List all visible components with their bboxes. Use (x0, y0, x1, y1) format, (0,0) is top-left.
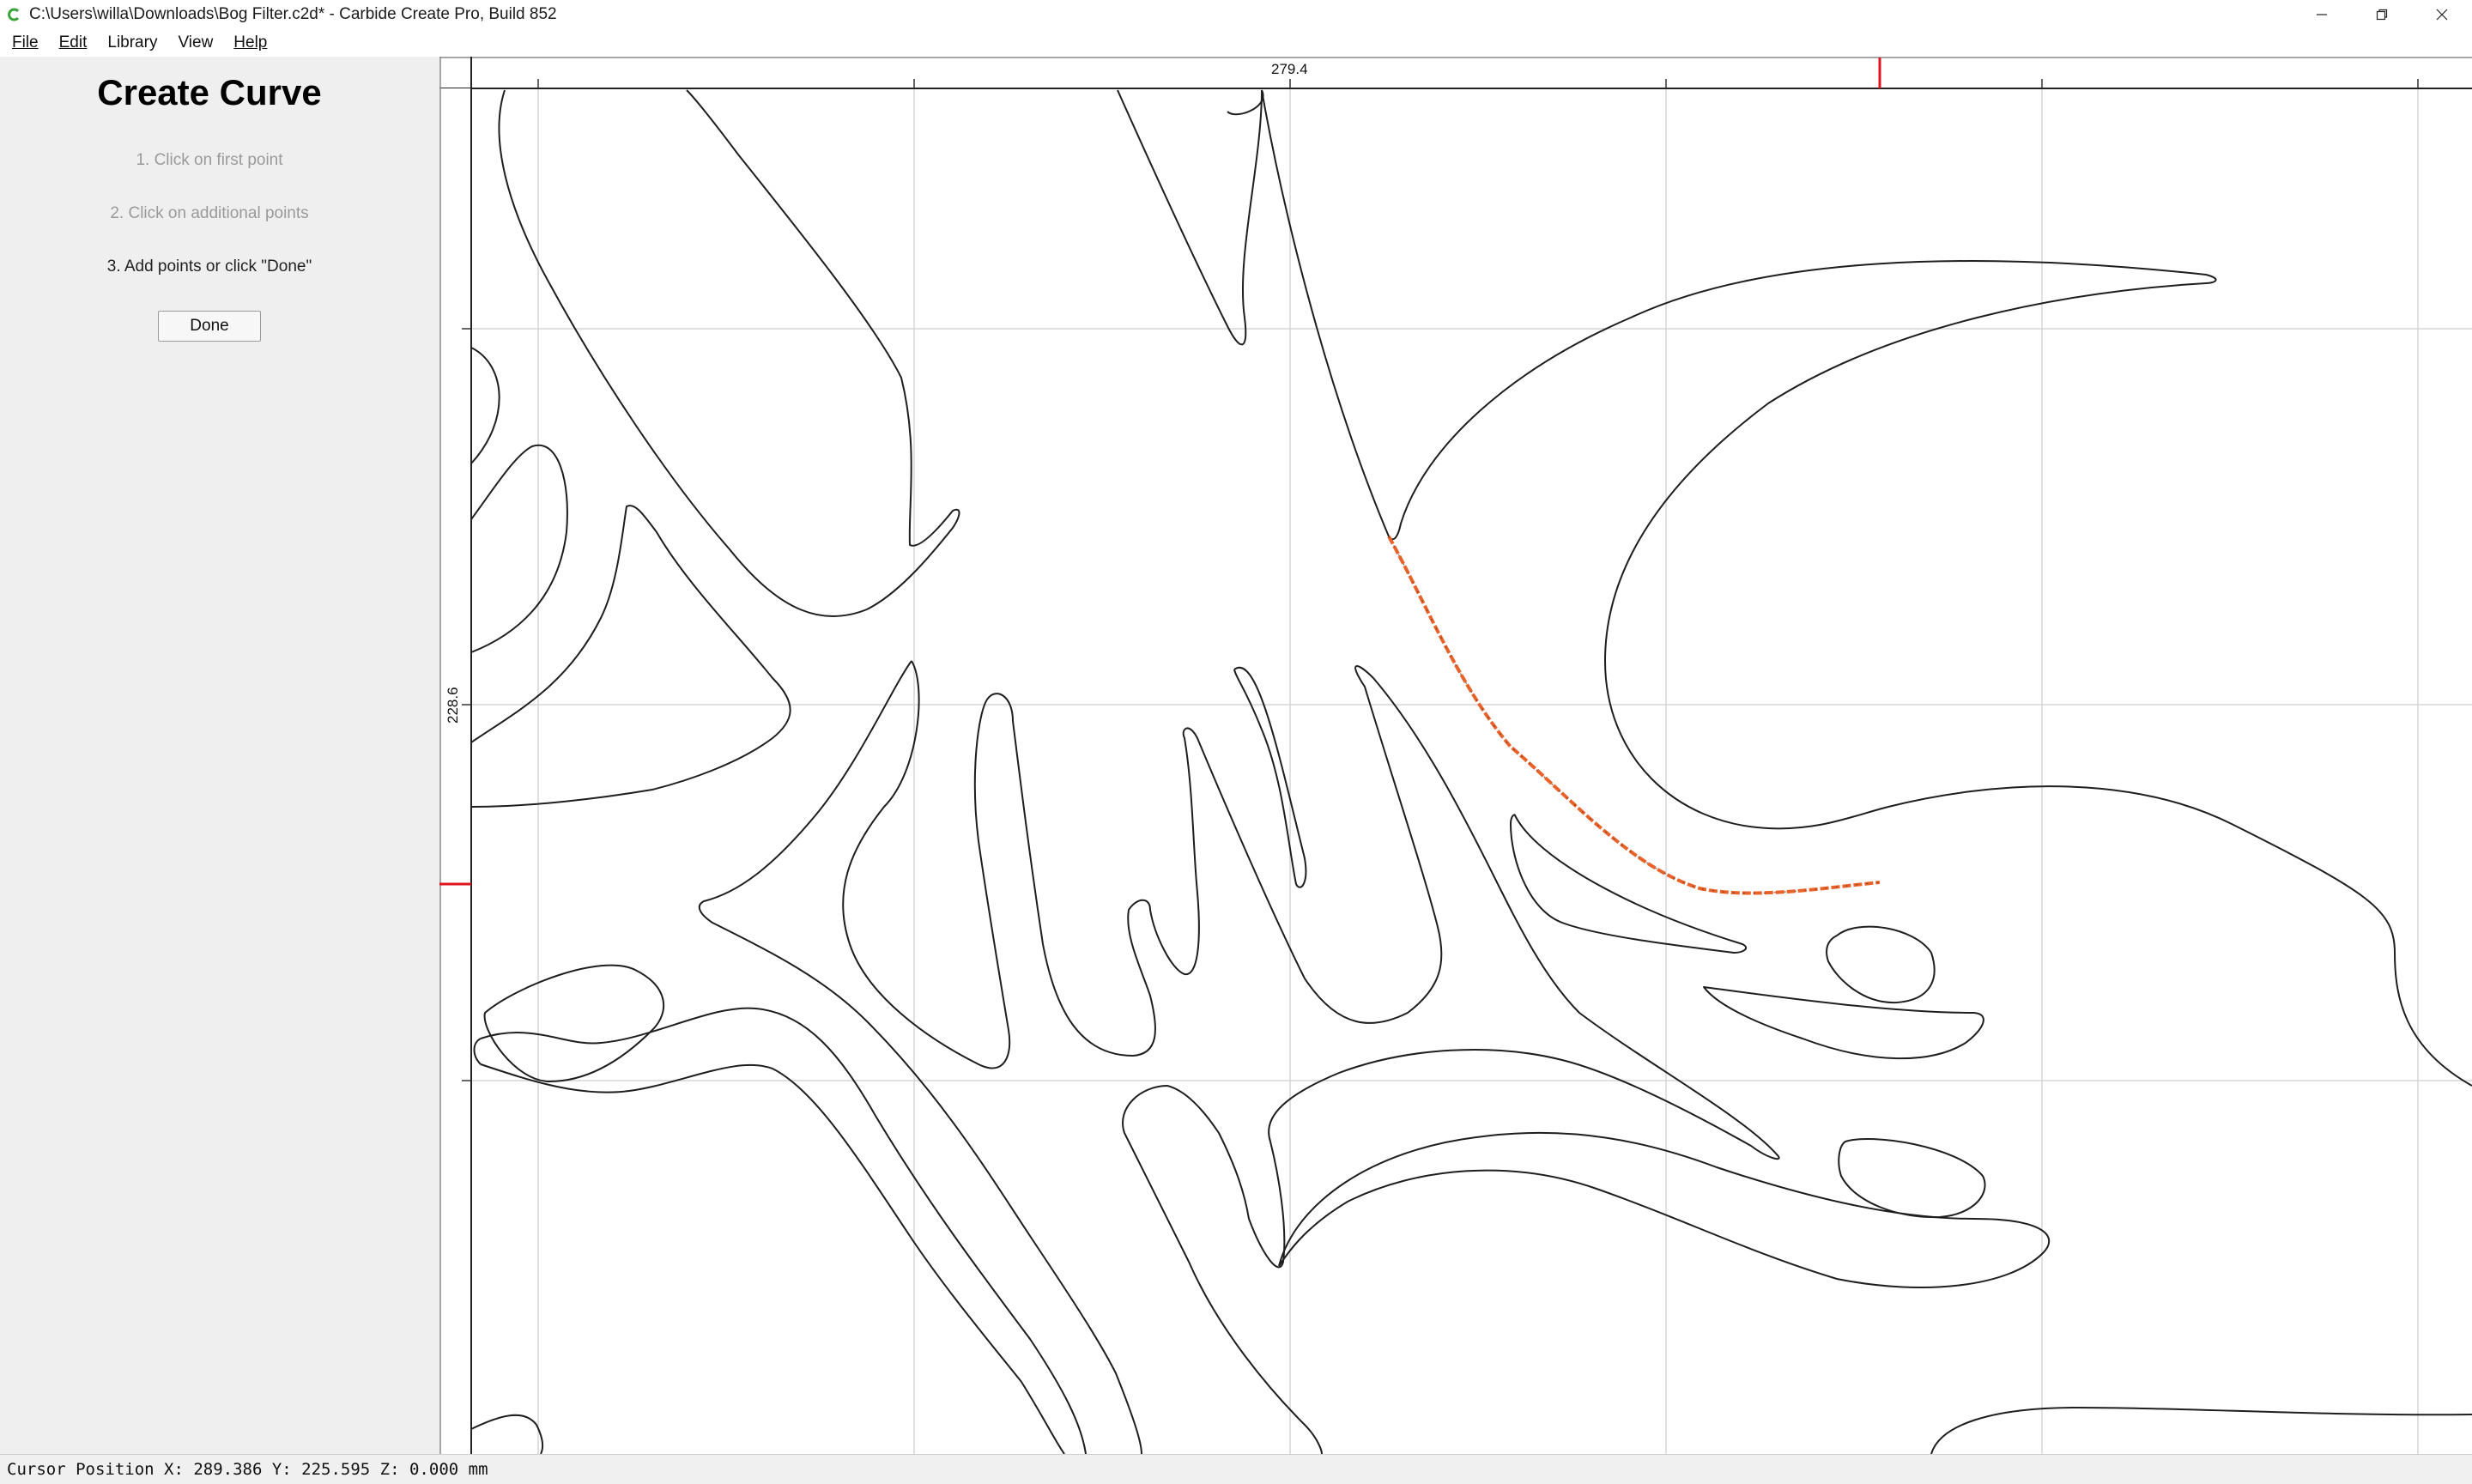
window-controls (2292, 0, 2472, 29)
menu-view-label: View (178, 33, 214, 51)
window-title: C:\Users\willa\Downloads\Bog Filter.c2d*… (29, 5, 557, 23)
menu-library-label: Library (107, 33, 158, 51)
title-bar: C:\Users\willa\Downloads\Bog Filter.c2d*… (0, 0, 2472, 29)
cursor-position-readout: Cursor Position X: 289.386 Y: 225.595 Z:… (7, 1460, 488, 1479)
horizontal-ruler[interactable]: 279.4 (439, 57, 2472, 89)
design-canvas[interactable]: 279.4 228.6 (439, 57, 2472, 1455)
canvas-svg[interactable]: 279.4 228.6 (439, 57, 2472, 1455)
close-icon (2436, 9, 2448, 21)
status-bar: Cursor Position X: 289.386 Y: 225.595 Z:… (0, 1454, 2472, 1484)
done-button[interactable]: Done (158, 311, 261, 342)
step-3-text: 3. Add points or click "Done" (106, 257, 312, 276)
minimize-button[interactable] (2292, 0, 2352, 29)
menu-edit-label: Edit (58, 33, 88, 51)
menu-bar: File Edit Library View Help (0, 29, 2472, 57)
menu-library[interactable]: Library (99, 33, 166, 52)
menu-edit[interactable]: Edit (51, 33, 96, 52)
menu-view[interactable]: View (169, 33, 221, 52)
minimize-icon (2317, 14, 2327, 15)
create-curve-panel: Create Curve 1. Click on first point 2. … (0, 57, 440, 1454)
ruler-y-label: 228.6 (445, 687, 461, 724)
panel-title: Create Curve (97, 72, 322, 112)
menu-help-label: Help (233, 33, 268, 51)
menu-file-label: File (12, 33, 39, 51)
step-1-text: 1. Click on first point (136, 151, 283, 169)
ruler-x-label: 279.4 (1271, 61, 1308, 77)
vertical-ruler[interactable]: 228.6 (439, 57, 472, 1454)
carbide-create-icon (8, 8, 20, 21)
step-2-text: 2. Click on additional points (110, 204, 309, 222)
close-button[interactable] (2412, 0, 2472, 29)
menu-help[interactable]: Help (225, 33, 276, 52)
menu-file[interactable]: File (3, 33, 47, 52)
restore-icon (2376, 9, 2388, 21)
restore-button[interactable] (2352, 0, 2412, 29)
